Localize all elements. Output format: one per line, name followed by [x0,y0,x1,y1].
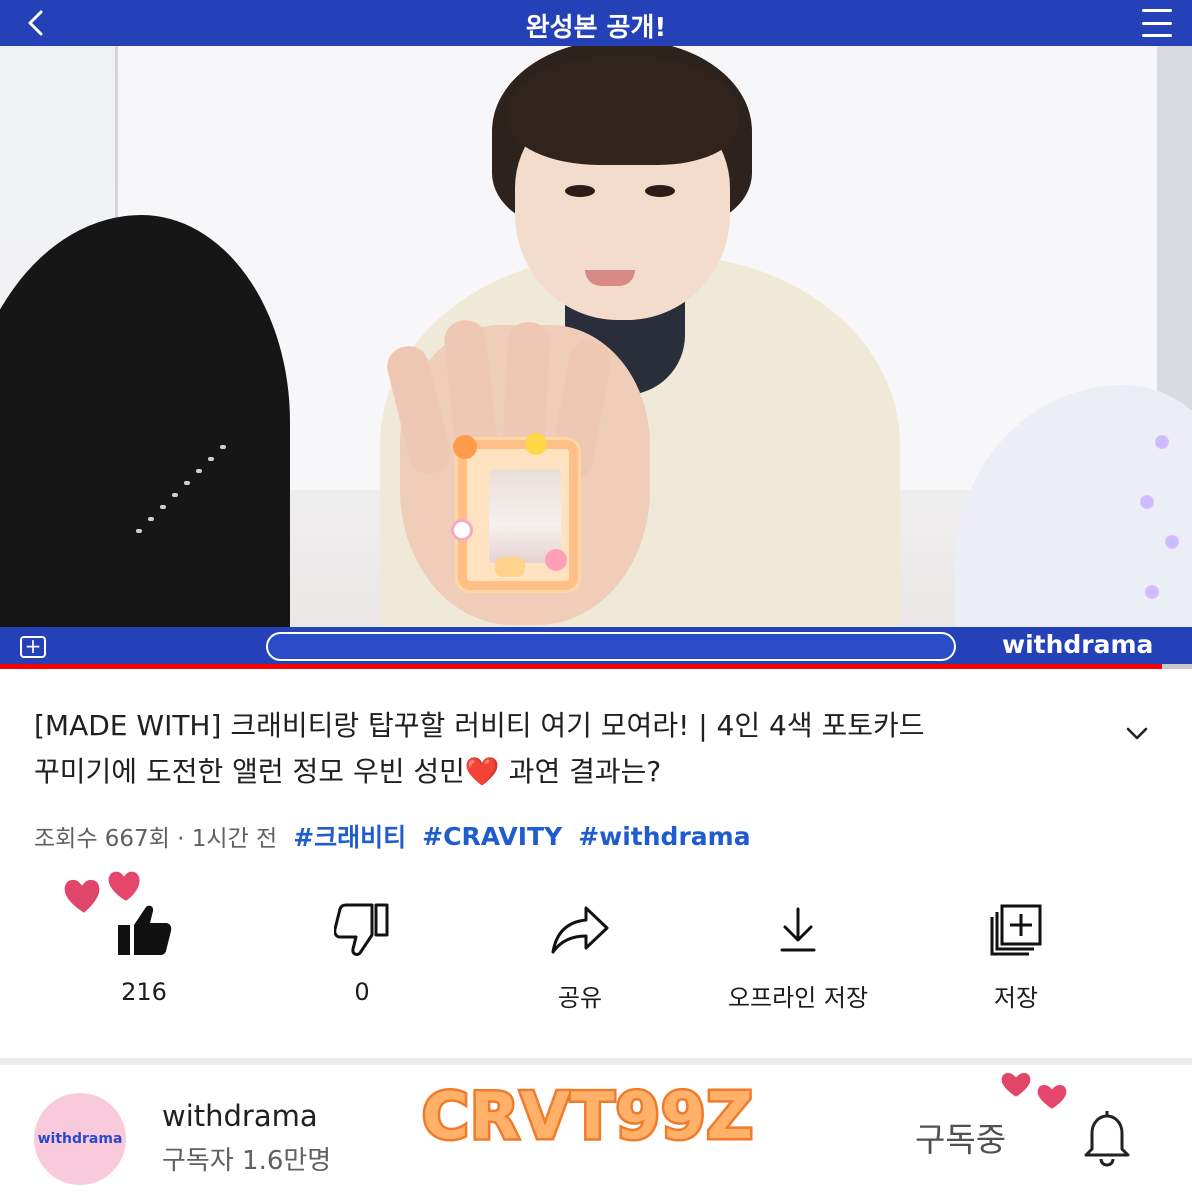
heart-sticker [999,1071,1069,1112]
dislike-icon [262,900,462,960]
video-title[interactable]: [MADE WITH] 크래비티랑 탑꾸할 러비티 여기 모여라! | 4인 4… [34,703,1064,795]
like-icon [44,900,244,960]
action-row: 216 0 공유 오프라인 저장 저장 [34,900,1144,1020]
hashtag-link[interactable]: #크래비티 [293,818,406,854]
hashtag-link[interactable]: #withdrama [578,822,750,851]
view-count: 조회수 667회 · 1시간 전 [34,826,278,852]
player-brand-logo: withdrama [1002,630,1154,659]
chevron-down-icon[interactable] [1122,718,1152,748]
watermark-text: CRVT99Z [420,1078,756,1157]
share-button[interactable]: 공유 [480,900,680,1013]
video-player[interactable]: 완성본 공개! + withdrama [0,0,1192,668]
dislike-button[interactable]: 0 [262,900,462,1006]
divider [0,1058,1192,1065]
channel-avatar[interactable]: withdrama [34,1093,126,1185]
download-icon [698,900,898,960]
player-input-pill[interactable] [266,632,956,661]
decorated-photocard [451,433,578,590]
dislike-count: 0 [354,978,370,1006]
like-button[interactable]: 216 [44,900,244,1006]
save-label: 저장 [993,984,1039,1012]
like-count: 216 [121,978,167,1006]
heart-emoji: ❤️ [464,755,500,788]
video-title-line1: [MADE WITH] 크래비티랑 탑꾸할 러비티 여기 모여라! | 4인 4… [34,709,925,742]
video-person-left [0,215,290,668]
video-title-line2: 꾸미기에 도전한 앨런 정모 우빈 성민 [34,755,465,788]
share-icon [480,900,680,960]
subscriber-count: 구독자 1.6만명 [162,1146,332,1176]
hashtag-link[interactable]: #CRAVITY [422,822,562,851]
offline-save-label: 오프라인 저장 [727,984,869,1012]
menu-icon[interactable] [1142,9,1172,37]
add-icon[interactable]: + [20,636,46,658]
player-title-bar: 완성본 공개! [0,0,1192,46]
video-meta: 조회수 667회 · 1시간 전 #크래비티 #CRAVITY #withdra… [34,818,751,854]
video-title-ending: 과연 결과는? [499,755,662,788]
player-title: 완성본 공개! [525,13,667,43]
progress-fill [0,664,1163,669]
save-to-playlist-button[interactable]: 저장 [916,900,1116,1013]
save-playlist-icon [916,900,1116,960]
channel-name[interactable]: withdrama [162,1099,318,1133]
player-bottom-bar: + withdrama [0,627,1192,665]
avatar-logo-text: withdrama [37,1131,123,1147]
offline-save-button[interactable]: 오프라인 저장 [698,900,898,1013]
subscribed-button[interactable]: 구독중 [915,1113,1006,1161]
bell-icon[interactable] [1082,1107,1132,1167]
share-label: 공유 [557,984,603,1012]
